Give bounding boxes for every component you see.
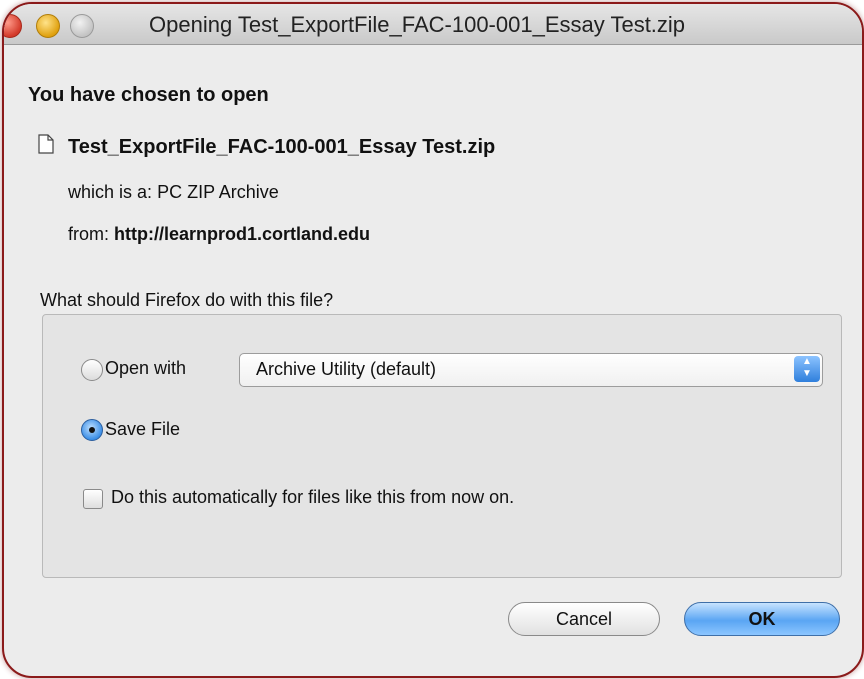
cancel-button[interactable]: Cancel [508, 602, 660, 636]
save-file-label[interactable]: Save File [105, 419, 180, 440]
dialog-heading: You have chosen to open [28, 84, 269, 106]
source-url: http://learnprod1.cortland.edu [114, 224, 371, 244]
auto-action-label[interactable]: Do this automatically for files like thi… [111, 487, 514, 508]
application-select[interactable]: Archive Utility (default) ▲ ▼ [239, 353, 823, 387]
file-type-value: PC ZIP Archive [157, 182, 279, 202]
zoom-icon[interactable] [70, 14, 94, 38]
dialog-window: Opening Test_ExportFile_FAC-100-001_Essa… [2, 2, 864, 678]
action-options-group: Open with Archive Utility (default) ▲ ▼ S… [42, 314, 842, 578]
open-with-radio[interactable] [81, 359, 103, 381]
application-select-value: Archive Utility (default) [256, 359, 437, 379]
document-icon [38, 134, 54, 154]
source-label: from: [68, 224, 110, 244]
auto-action-checkbox[interactable] [83, 489, 103, 509]
file-type-label: which is a: [68, 182, 153, 202]
file-type-row: which is a: PC ZIP Archive [68, 182, 279, 203]
action-question: What should Firefox do with this file? [40, 290, 334, 310]
source-row: from: http://learnprod1.cortland.edu [68, 224, 370, 245]
file-name: Test_ExportFile_FAC-100-001_Essay Test.z… [68, 136, 496, 158]
up-down-arrows-icon: ▲ ▼ [794, 356, 820, 382]
save-file-radio[interactable] [81, 419, 103, 441]
window-title: Opening Test_ExportFile_FAC-100-001_Essa… [149, 12, 686, 37]
minimize-icon[interactable] [36, 14, 60, 38]
open-with-label[interactable]: Open with [105, 358, 186, 379]
title-bar[interactable]: Opening Test_ExportFile_FAC-100-001_Essa… [4, 4, 862, 45]
close-icon[interactable] [4, 14, 22, 38]
ok-button[interactable]: OK [684, 602, 840, 636]
